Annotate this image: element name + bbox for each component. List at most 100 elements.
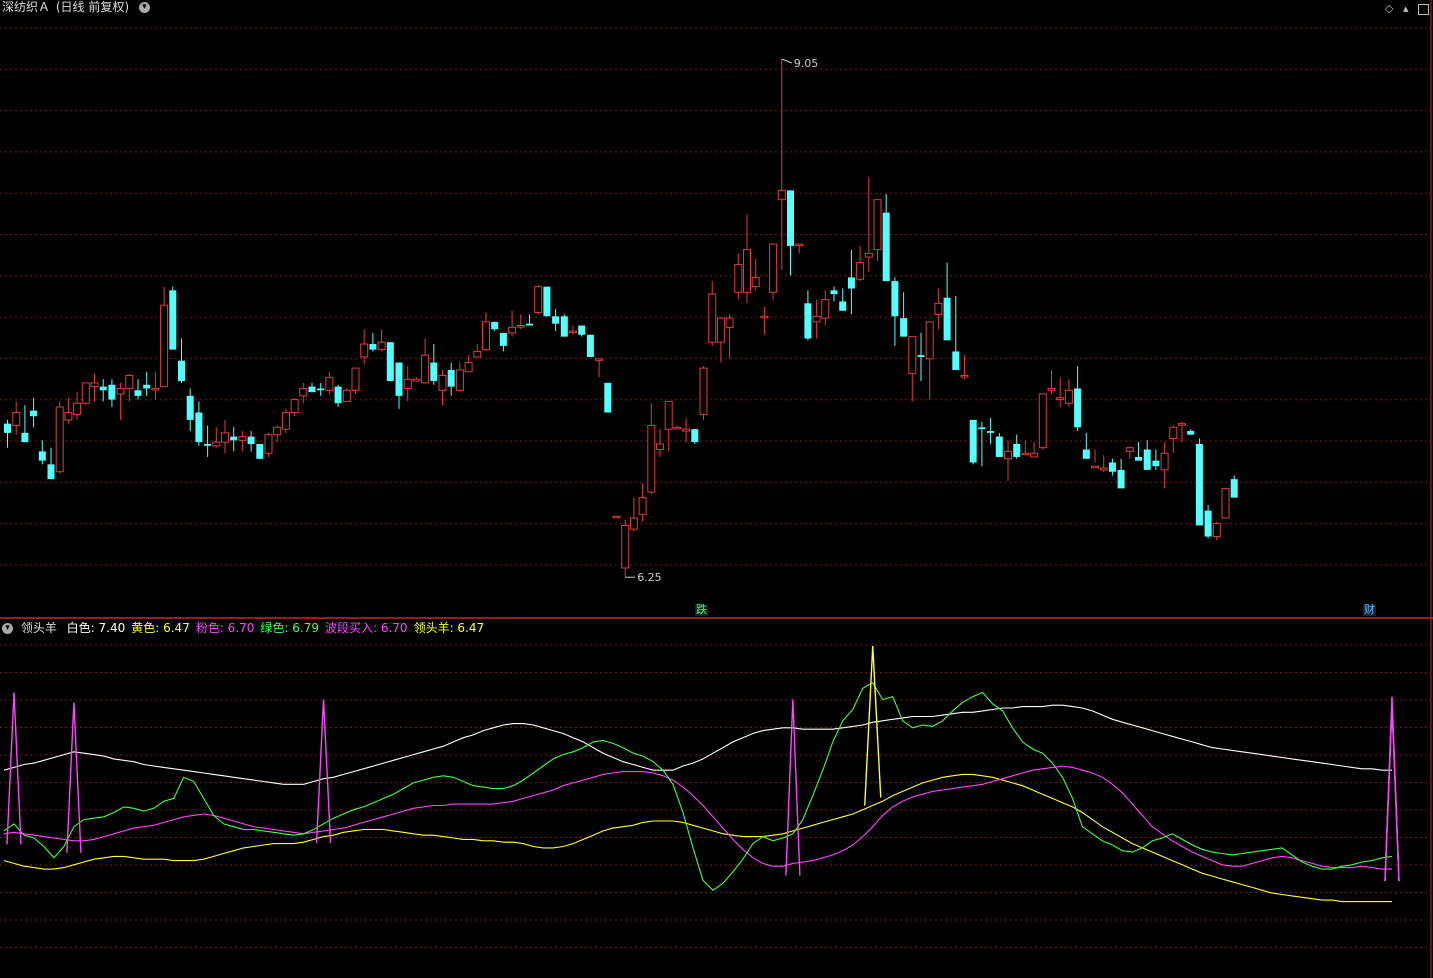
candle[interactable] <box>386 342 394 382</box>
candle[interactable] <box>578 325 586 337</box>
stock-chart-canvas[interactable]: 9.05 6.25 <box>0 0 1433 978</box>
candle[interactable] <box>134 379 142 400</box>
candle[interactable] <box>743 214 751 304</box>
candle[interactable] <box>873 199 882 261</box>
event-marker-financial[interactable]: 财 <box>1363 604 1376 616</box>
candle[interactable] <box>621 519 630 578</box>
candle[interactable] <box>751 258 760 291</box>
chevron-down-icon[interactable]: ▾ <box>138 2 150 13</box>
candle[interactable] <box>508 310 517 337</box>
candle[interactable] <box>1013 434 1021 459</box>
candle[interactable] <box>900 292 908 337</box>
candle[interactable] <box>403 366 412 402</box>
candle[interactable] <box>569 325 577 335</box>
candle[interactable] <box>725 314 734 359</box>
candle[interactable] <box>969 419 977 465</box>
candle[interactable] <box>1187 429 1195 435</box>
candle[interactable] <box>299 382 308 404</box>
candle[interactable] <box>334 384 342 407</box>
candle[interactable] <box>1204 505 1212 539</box>
candle[interactable] <box>464 355 473 373</box>
candle[interactable] <box>1152 449 1160 470</box>
candle[interactable] <box>629 497 638 531</box>
candle[interactable] <box>169 286 177 350</box>
candle[interactable] <box>777 59 786 271</box>
candle[interactable] <box>430 344 438 385</box>
candle[interactable] <box>351 367 360 395</box>
candle[interactable] <box>595 358 604 378</box>
chevron-up-icon[interactable]: ▴ <box>1403 2 1409 15</box>
candle[interactable] <box>230 427 238 452</box>
candle[interactable] <box>499 332 507 352</box>
candle[interactable] <box>1004 440 1012 481</box>
candle[interactable] <box>247 431 255 452</box>
candle[interactable] <box>1056 377 1065 407</box>
candle[interactable] <box>1108 458 1116 476</box>
candle[interactable] <box>21 405 29 443</box>
candle[interactable] <box>1117 458 1125 489</box>
candle[interactable] <box>482 312 490 352</box>
chevron-down-icon[interactable]: ▾ <box>2 623 13 634</box>
candle[interactable] <box>691 429 699 444</box>
candle[interactable] <box>526 314 533 326</box>
candle[interactable] <box>281 408 290 433</box>
candle[interactable] <box>856 245 865 282</box>
maximize-icon[interactable] <box>1418 3 1429 15</box>
candle[interactable] <box>908 336 917 402</box>
candle[interactable] <box>81 382 90 406</box>
candle[interactable] <box>317 382 325 396</box>
candle[interactable] <box>455 362 464 393</box>
candle[interactable] <box>708 281 717 346</box>
candle[interactable] <box>1082 432 1090 459</box>
candle[interactable] <box>978 421 986 467</box>
candle[interactable] <box>212 427 221 448</box>
candle[interactable] <box>395 362 403 409</box>
candle[interactable] <box>1169 425 1178 454</box>
candle[interactable] <box>256 443 264 459</box>
candle[interactable] <box>1021 440 1030 456</box>
candle[interactable] <box>987 418 995 444</box>
candle[interactable] <box>1160 442 1169 489</box>
candle[interactable] <box>369 332 377 352</box>
candle[interactable] <box>491 321 499 332</box>
candle[interactable] <box>290 397 299 417</box>
candle[interactable] <box>151 371 160 400</box>
candle[interactable] <box>221 419 229 454</box>
candle[interactable] <box>664 400 673 452</box>
candle[interactable] <box>195 401 203 446</box>
candle[interactable] <box>125 373 134 402</box>
candle[interactable] <box>1038 393 1047 450</box>
candle[interactable] <box>787 190 794 276</box>
diamond-icon[interactable]: ◇ <box>1385 2 1393 15</box>
candle[interactable] <box>108 379 116 407</box>
candle[interactable] <box>64 397 73 424</box>
candle[interactable] <box>560 314 568 337</box>
candle[interactable] <box>38 440 46 465</box>
candle[interactable] <box>804 290 812 341</box>
candle[interactable] <box>882 194 890 282</box>
candle[interactable] <box>995 432 1003 457</box>
candle[interactable] <box>12 401 21 435</box>
candle[interactable] <box>586 334 594 357</box>
candle[interactable] <box>516 314 525 330</box>
candle[interactable] <box>638 482 647 522</box>
candle[interactable] <box>4 419 11 448</box>
candle[interactable] <box>360 329 369 365</box>
candle[interactable] <box>1135 442 1142 461</box>
candle[interactable] <box>238 431 247 452</box>
candle[interactable] <box>73 392 82 420</box>
candle[interactable] <box>699 366 708 420</box>
candle[interactable] <box>160 286 169 388</box>
candle[interactable] <box>1091 449 1099 469</box>
candle[interactable] <box>847 249 855 315</box>
candle[interactable] <box>90 373 99 402</box>
candle[interactable] <box>716 317 725 363</box>
candle[interactable] <box>656 429 664 457</box>
candle[interactable] <box>1064 379 1073 407</box>
candle[interactable] <box>30 397 38 428</box>
candle[interactable] <box>604 382 612 413</box>
candle[interactable] <box>143 371 151 396</box>
candle[interactable] <box>264 432 273 457</box>
candle[interactable] <box>943 262 951 341</box>
candle[interactable] <box>1143 440 1151 470</box>
